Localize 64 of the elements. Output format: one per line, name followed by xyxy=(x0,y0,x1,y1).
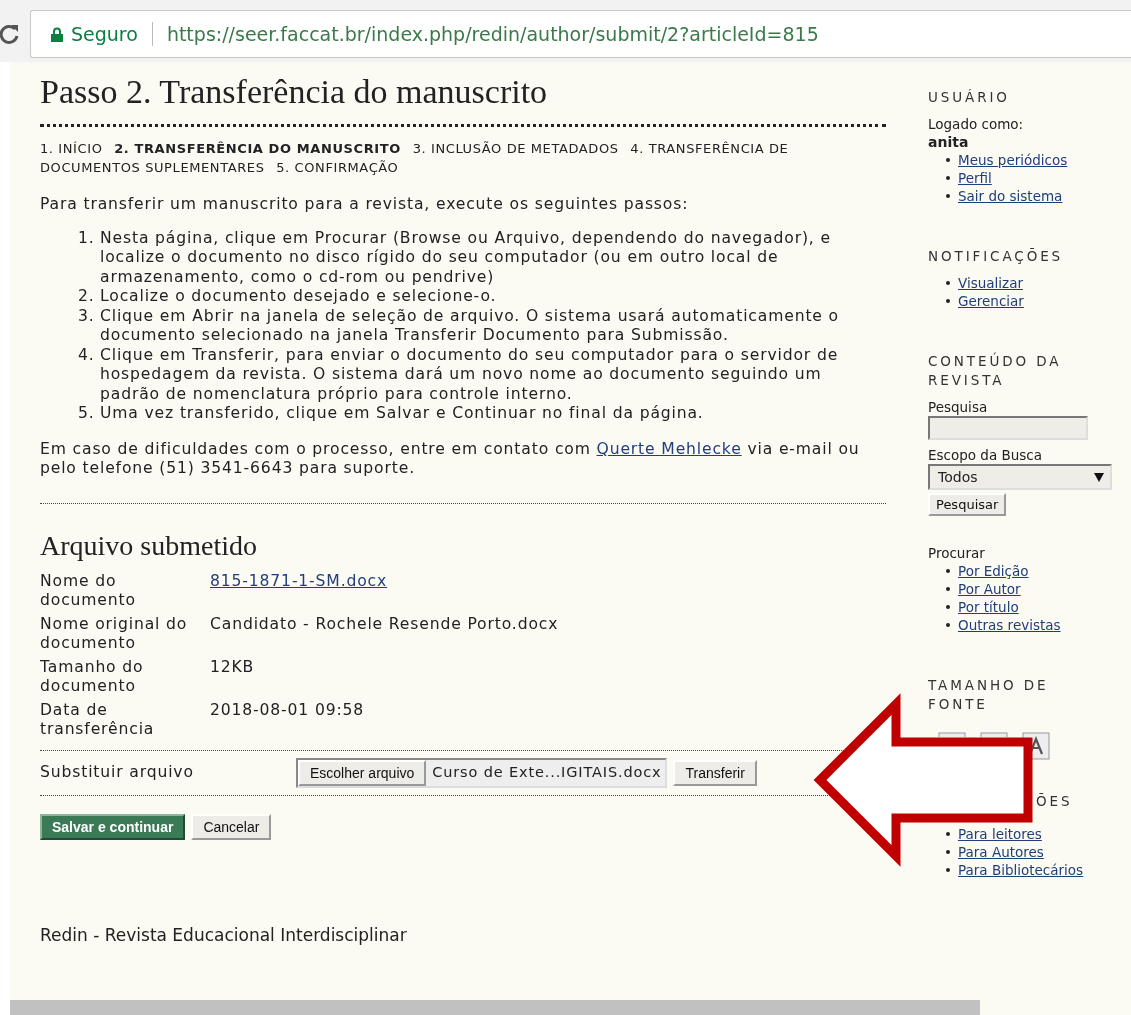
sidebar-link[interactable]: Para Autores xyxy=(958,843,1044,861)
sidebar-heading: CONTEÚDO DA REVISTA xyxy=(928,352,1063,390)
section-title: Arquivo submetido xyxy=(40,529,258,562)
list-number: 4. xyxy=(78,345,96,366)
field-label: Nome do documento xyxy=(40,571,137,611)
sidebar-heading: NOTIFICAÇÕES xyxy=(928,247,1065,266)
step-progress-text: 1. INÍCIO 2. TRANSFERÊNCIA DO MANUSCRITO 3. INCLUSÃO DE METADADOS 4. TRANSFERÊNCIA DE DOCUMENTOS SUPLEMENTARES 5. CONFIRMAÇÃO xyxy=(40,140,790,177)
search-button[interactable]: Pesquisar xyxy=(928,493,1007,516)
sidebar-heading: ÕES xyxy=(1035,792,1074,811)
footer-text: Redin - Revista Educacional Interdisciplinar xyxy=(40,925,408,945)
lock-icon xyxy=(51,26,63,42)
sidebar-link[interactable]: Por Edição xyxy=(958,562,1029,580)
sidebar-link[interactable]: Para Bibliotecários xyxy=(958,861,1084,879)
sidebar-link[interactable]: Visualizar xyxy=(958,274,1023,292)
file-link[interactable]: 815-1871-1-SM.docx xyxy=(210,571,388,590)
file-input[interactable]: Escolher arquivo Curso de Exte...IGITAIS.docx xyxy=(296,757,668,788)
security-label: Seguro xyxy=(71,23,138,45)
scope-select[interactable]: Todos xyxy=(928,464,1112,490)
save-button[interactable]: Salvar e continuar xyxy=(40,813,186,840)
intro-text: Para transferir um manuscrito para a revista, execute os seguintes passos: xyxy=(40,195,690,215)
username: anita xyxy=(928,133,970,151)
file-name: Curso de Exte...IGITAIS.docx xyxy=(431,762,663,782)
cancel-button[interactable]: Cancelar xyxy=(191,813,272,840)
list-number: 3. xyxy=(78,306,96,327)
instruction-text: Localize o documento desejado e selecione-o. xyxy=(100,287,498,307)
instruction-text: Clique em Transferir, para enviar o documento do seu computador para o servidor de hospedagem da revista. O sistema dará um novo nome ao documento seguindo um padrão de nomenclatura próprio para controle interno. xyxy=(100,345,840,404)
address-bar[interactable]: Seguro https://seer.faccat.br/index.php/redin/author/submit/2?articleId=815 xyxy=(30,10,1131,58)
sidebar-link[interactable]: Outras revistas xyxy=(958,616,1061,634)
list-number: 1. xyxy=(78,228,96,249)
field-label: Procurar xyxy=(928,544,986,562)
sidebar-link[interactable]: Sair do sistema xyxy=(958,187,1063,205)
sidebar-link[interactable]: Por Autor xyxy=(958,580,1021,598)
field-label: Data de transferência xyxy=(40,700,156,740)
instruction-text: Nesta página, clique em Procurar (Browse ou Arquivo, dependendo do navegador), e localize o documento no disco rígido do seu computador (ou em outro local de armazenamento, como o cd-rom ou pendrive) xyxy=(100,228,832,287)
field-value: 2018-08-01 09:58 xyxy=(210,700,365,719)
field-value: Candidato - Rochele Resende Porto.docx xyxy=(210,614,559,633)
instruction-text: Uma vez transferido, clique em Salvar e Continuar no final da página. xyxy=(100,404,705,424)
field-label: Escopo da Busca xyxy=(928,446,1044,464)
upload-button[interactable]: Transferir xyxy=(673,759,757,786)
field-value: 12KB xyxy=(210,657,255,676)
field-label: Substituir arquivo xyxy=(40,762,195,783)
sidebar-heading: TAMANHO DE FONTE xyxy=(928,676,1050,714)
search-field[interactable] xyxy=(928,416,1088,440)
field-label: Tamanho do documento xyxy=(40,657,145,697)
scrollbar[interactable] xyxy=(10,1000,980,1015)
sidebar-link[interactable]: Gerenciar xyxy=(958,292,1024,310)
dropdown-icon xyxy=(1094,472,1104,482)
url-text: https://seer.faccat.br/index.php/redin/author/submit/2?articleId=815 xyxy=(166,23,819,45)
sidebar-link[interactable]: Por título xyxy=(958,598,1019,616)
sidebar-link[interactable]: Perfil xyxy=(958,169,992,187)
sidebar-link[interactable]: Para leitores xyxy=(958,825,1042,843)
choose-file-button[interactable]: Escolher arquivo xyxy=(298,759,427,786)
list-number: 5. xyxy=(78,404,96,424)
logged-label: Logado como: xyxy=(928,115,1025,133)
sidebar-heading: USUÁRIO xyxy=(928,88,1011,107)
page-title: Passo 2. Transferência do manuscrito xyxy=(40,72,886,127)
sidebar-link[interactable]: Meus periódicos xyxy=(958,151,1068,169)
contact-text: Em caso de dificuldades com o processo, entre em contato com Querte Mehlecke via e-mail ou pelo telefone (51) 3541-6643 para suporte. xyxy=(40,439,861,479)
field-label: Pesquisa xyxy=(928,398,989,416)
field-label: Nome original do documento xyxy=(40,614,189,654)
list-number: 2. xyxy=(78,287,96,307)
reload-icon[interactable] xyxy=(0,23,20,45)
contact-link[interactable]: Querte Mehlecke xyxy=(596,439,742,458)
instruction-text: Clique em Abrir na janela de seleção de arquivo. O sistema usará automaticamente o documento selecionado na janela Transferir Documento para Submissão. xyxy=(100,306,840,346)
